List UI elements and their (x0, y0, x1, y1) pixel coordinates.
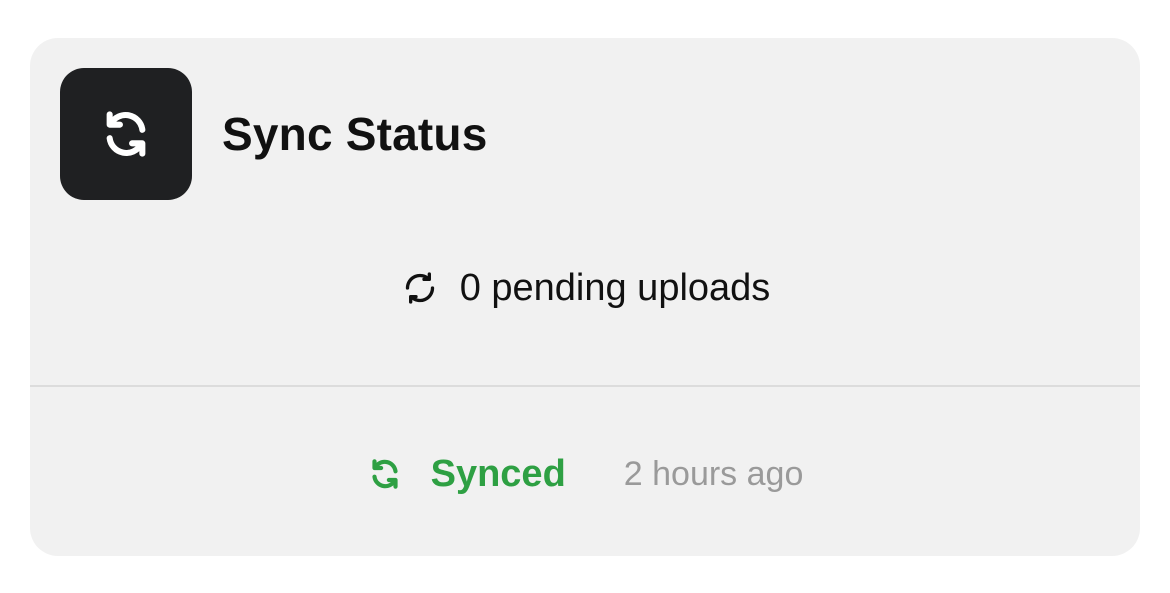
sync-icon (60, 68, 192, 200)
card-header: Sync Status (60, 68, 488, 200)
divider (30, 385, 1140, 387)
last-sync-time: 2 hours ago (623, 454, 804, 493)
pending-uploads-text: 0 pending uploads (459, 266, 771, 309)
sync-footer: Synced 2 hours ago (30, 446, 1140, 502)
refresh-icon (405, 272, 434, 304)
sync-status-card: Sync Status 0 pending uploads Synced 2 h… (30, 38, 1140, 556)
sync-icon (367, 456, 403, 492)
status-label: Synced (430, 452, 566, 495)
card-title: Sync Status (222, 108, 488, 160)
pending-uploads: 0 pending uploads (30, 260, 1140, 316)
